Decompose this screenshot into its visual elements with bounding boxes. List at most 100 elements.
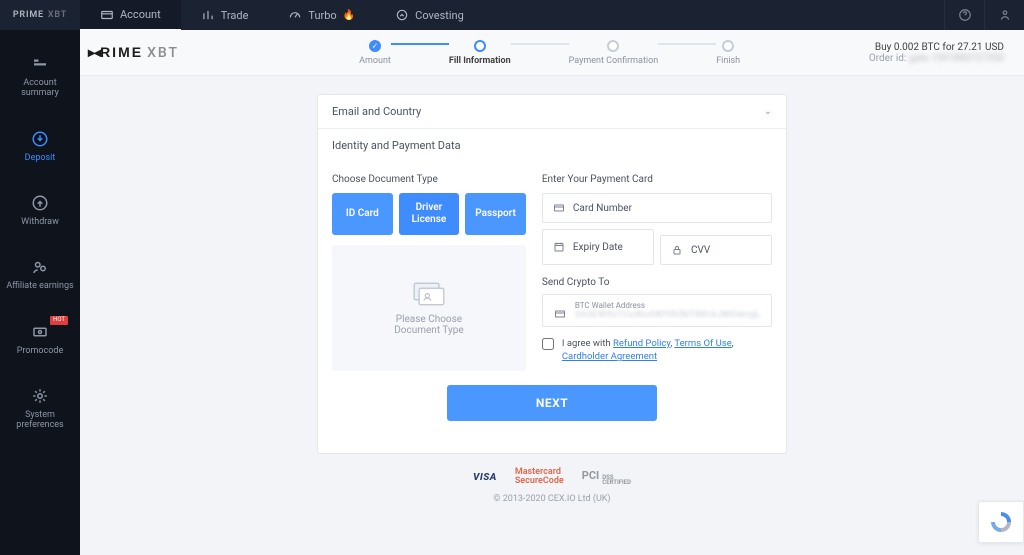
topbar: PRIME XBT Account Trade Turbo 🔥 Covestin… — [0, 0, 1024, 30]
section-email-country[interactable]: Email and Country ⌄ — [318, 95, 786, 129]
brand-logo: ▸◂RIME XBT — [88, 44, 179, 61]
mc-line2: SecureCode — [515, 476, 564, 486]
document-placeholder-icon — [409, 280, 449, 308]
step-payment-label: Payment Confirmation — [569, 56, 659, 66]
brand-prime-small: PRIME — [13, 10, 44, 20]
upload-placeholder-text: Please Choose Document Type — [394, 314, 463, 336]
sidebar-item-affiliate[interactable]: Affiliate earnings — [0, 249, 80, 299]
step-line — [391, 43, 449, 45]
section-email-country-label: Email and Country — [332, 105, 421, 118]
col-payment: Enter Your Payment Card Card Number Ex — [542, 174, 772, 371]
wallet-address-field: BTC Wallet Address 3A3EW3U7cuWuAWtVb5bT8… — [542, 294, 772, 327]
sidebar-affiliate-label: Affiliate earnings — [6, 281, 73, 291]
expiry-placeholder: Expiry Date — [573, 242, 623, 253]
pci-text: PCI — [582, 469, 600, 482]
help-button[interactable] — [944, 0, 984, 30]
brand-prime: ▸◂RIME — [88, 44, 143, 61]
consent-prefix: I agree with — [562, 338, 613, 349]
col-document: Choose Document Type ID Card Driver Lice… — [332, 174, 526, 371]
send-crypto-heading: Send Crypto To — [542, 277, 772, 288]
cvv-placeholder: CVV — [691, 245, 710, 256]
doctype-driver-button[interactable]: Driver License — [399, 193, 460, 235]
doctype-idcard-button[interactable]: ID Card — [332, 193, 393, 235]
nav-covesting[interactable]: Covesting — [375, 0, 484, 30]
nav-trade-label: Trade — [221, 9, 249, 22]
copyright: © 2013-2020 CEX.IO Ltd (UK) — [80, 494, 1024, 504]
step-payment: Payment Confirmation — [569, 40, 659, 66]
sidebar: Account summary Deposit Withdraw Affilia… — [0, 30, 80, 555]
order-id-label: Order id: — [869, 53, 906, 64]
identity-body: Choose Document Type ID Card Driver Lice… — [318, 162, 786, 453]
sidebar-item-system[interactable]: System preferences — [0, 378, 80, 439]
stepper: Amount Fill Information Payment Confirma… — [359, 40, 740, 66]
step-dot-icon — [369, 40, 381, 52]
affiliate-icon — [30, 257, 50, 277]
order-id-value: gate 1591880727350 — [909, 53, 1004, 64]
form-card: Email and Country ⌄ Identity and Payment… — [317, 94, 787, 454]
card-heading: Enter Your Payment Card — [542, 174, 772, 185]
footer-logos: VISA Mastercard SecureCode PCI DSSCERTIF… — [80, 468, 1024, 486]
chevron-down-icon: ⌄ — [764, 106, 772, 117]
sidebar-item-promocode[interactable]: Promocode — [0, 314, 80, 364]
consent-text: I agree with Refund Policy, Terms Of Use… — [562, 337, 772, 364]
withdraw-icon — [30, 193, 50, 213]
step-finish-label: Finish — [716, 56, 740, 66]
doctype-passport-button[interactable]: Passport — [465, 193, 526, 235]
promocode-icon — [30, 322, 50, 342]
nav-trade[interactable]: Trade — [181, 0, 269, 30]
upload-zone[interactable]: Please Choose Document Type — [332, 245, 526, 371]
gauge-icon — [288, 8, 302, 22]
pci-dss: DSSCERTIFIED — [602, 476, 631, 486]
step-amount: Amount — [359, 40, 391, 66]
step-line — [658, 43, 716, 45]
next-button[interactable]: NEXT — [447, 385, 657, 421]
brand-xbt: XBT — [147, 45, 179, 61]
step-dot-icon — [474, 40, 486, 52]
lock-icon — [671, 244, 683, 256]
calendar-icon — [553, 241, 565, 253]
pci-logo: PCI DSSCERTIFIED — [582, 469, 631, 486]
mastercard-logo: Mastercard SecureCode — [515, 468, 564, 486]
wallet-value: 3A3EW3U7cuWuAWtVb5bT8KrAJMOwngL — [575, 310, 761, 320]
brand-small: PRIME XBT — [0, 10, 80, 20]
cvv-input[interactable]: CVV — [660, 235, 772, 265]
nav-turbo[interactable]: Turbo 🔥 — [268, 0, 375, 30]
sidebar-item-deposit[interactable]: Deposit — [0, 121, 80, 171]
sidebar-withdraw-label: Withdraw — [21, 217, 59, 227]
sidebar-summary-label: Account summary — [21, 78, 59, 99]
step-dot-icon — [722, 40, 734, 52]
card-number-input[interactable]: Card Number — [542, 193, 772, 223]
wallet-icon — [553, 305, 567, 317]
nav-account-label: Account — [120, 8, 161, 21]
section-identity-label: Identity and Payment Data — [332, 139, 461, 152]
nav-account[interactable]: Account — [80, 0, 181, 30]
step-finish: Finish — [716, 40, 740, 66]
sidebar-sys-label: System preferences — [16, 410, 63, 431]
step-line — [511, 43, 569, 45]
expiry-input[interactable]: Expiry Date — [542, 229, 654, 265]
gear-icon — [30, 386, 50, 406]
cardholder-link[interactable]: Cardholder Agreement — [562, 351, 657, 362]
sidebar-item-withdraw[interactable]: Withdraw — [0, 185, 80, 235]
nav-covesting-label: Covesting — [415, 9, 464, 22]
bars-icon — [201, 8, 215, 22]
visa-logo: VISA — [473, 472, 497, 483]
sidebar-promo-label: Promocode — [17, 346, 64, 356]
refund-policy-link[interactable]: Refund Policy — [613, 338, 670, 349]
profile-button[interactable] — [984, 0, 1024, 30]
sidebar-deposit-label: Deposit — [25, 153, 56, 163]
header-strip: ▸◂RIME XBT Amount Fill Information Payme… — [80, 30, 1024, 76]
sidebar-item-summary[interactable]: Account summary — [0, 46, 80, 107]
wallet-label: BTC Wallet Address — [575, 301, 761, 310]
brand-xbt-small: XBT — [48, 10, 67, 20]
section-identity-header: Identity and Payment Data — [318, 129, 786, 162]
nav-turbo-label: Turbo — [308, 9, 336, 22]
order-info: Buy 0.002 BTC for 27.21 USD Order id: ga… — [869, 42, 1004, 64]
terms-link[interactable]: Terms Of Use — [674, 338, 731, 349]
consent-checkbox[interactable] — [542, 338, 554, 350]
card-number-placeholder: Card Number — [573, 203, 632, 214]
step-amount-label: Amount — [359, 56, 391, 66]
recaptcha-badge — [978, 501, 1024, 543]
consent-row: I agree with Refund Policy, Terms Of Use… — [542, 337, 772, 364]
main: ▸◂RIME XBT Amount Fill Information Payme… — [80, 30, 1024, 504]
